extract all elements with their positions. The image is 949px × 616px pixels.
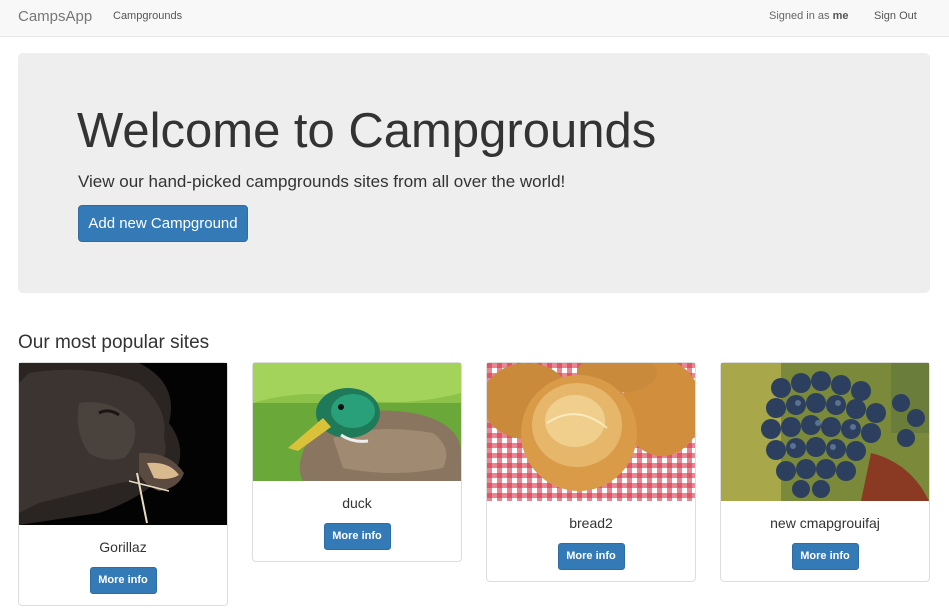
campground-card: bread2 More info: [486, 362, 696, 582]
card-title: new cmapgrouifaj: [770, 515, 880, 531]
campground-card: duck More info: [252, 362, 462, 562]
signed-in-user: me: [832, 10, 849, 22]
gorilla-photo[interactable]: [19, 363, 227, 525]
jumbotron: Welcome to Campgrounds View our hand-pic…: [18, 53, 930, 293]
sign-out-link[interactable]: Sign Out: [874, 10, 917, 22]
bread-image: [487, 363, 695, 501]
card-title: bread2: [569, 515, 613, 531]
duck-photo[interactable]: [253, 363, 461, 481]
nav-campgrounds-link[interactable]: Campgrounds: [113, 10, 182, 22]
more-info-button[interactable]: More info: [791, 543, 859, 570]
grapes-photo[interactable]: [721, 363, 929, 501]
navbar: CampsApp Campgrounds Signed in as me Sig…: [0, 0, 949, 37]
signed-in-text: Signed in as me: [769, 10, 849, 22]
brand-link[interactable]: CampsApp: [18, 8, 92, 25]
more-info-button[interactable]: More info: [557, 543, 625, 570]
gorilla-image: [19, 363, 227, 525]
card-title: duck: [342, 495, 372, 511]
more-info-button[interactable]: More info: [323, 523, 391, 550]
jumbotron-lead: View our hand-picked campgrounds sites f…: [78, 172, 566, 191]
bread-photo[interactable]: [487, 363, 695, 501]
duck-image: [253, 363, 461, 481]
section-title: Our most popular sites: [18, 332, 210, 353]
campground-card: Gorillaz More info: [18, 362, 228, 606]
campground-card: new cmapgrouifaj More info: [720, 362, 930, 582]
add-campground-button[interactable]: Add new Campground: [78, 205, 248, 242]
more-info-button[interactable]: More info: [89, 567, 157, 594]
signed-in-prefix: Signed in as: [769, 10, 830, 22]
page-title: Welcome to Campgrounds: [77, 104, 657, 158]
grapes-image: [721, 363, 929, 501]
card-title: Gorillaz: [99, 539, 147, 555]
